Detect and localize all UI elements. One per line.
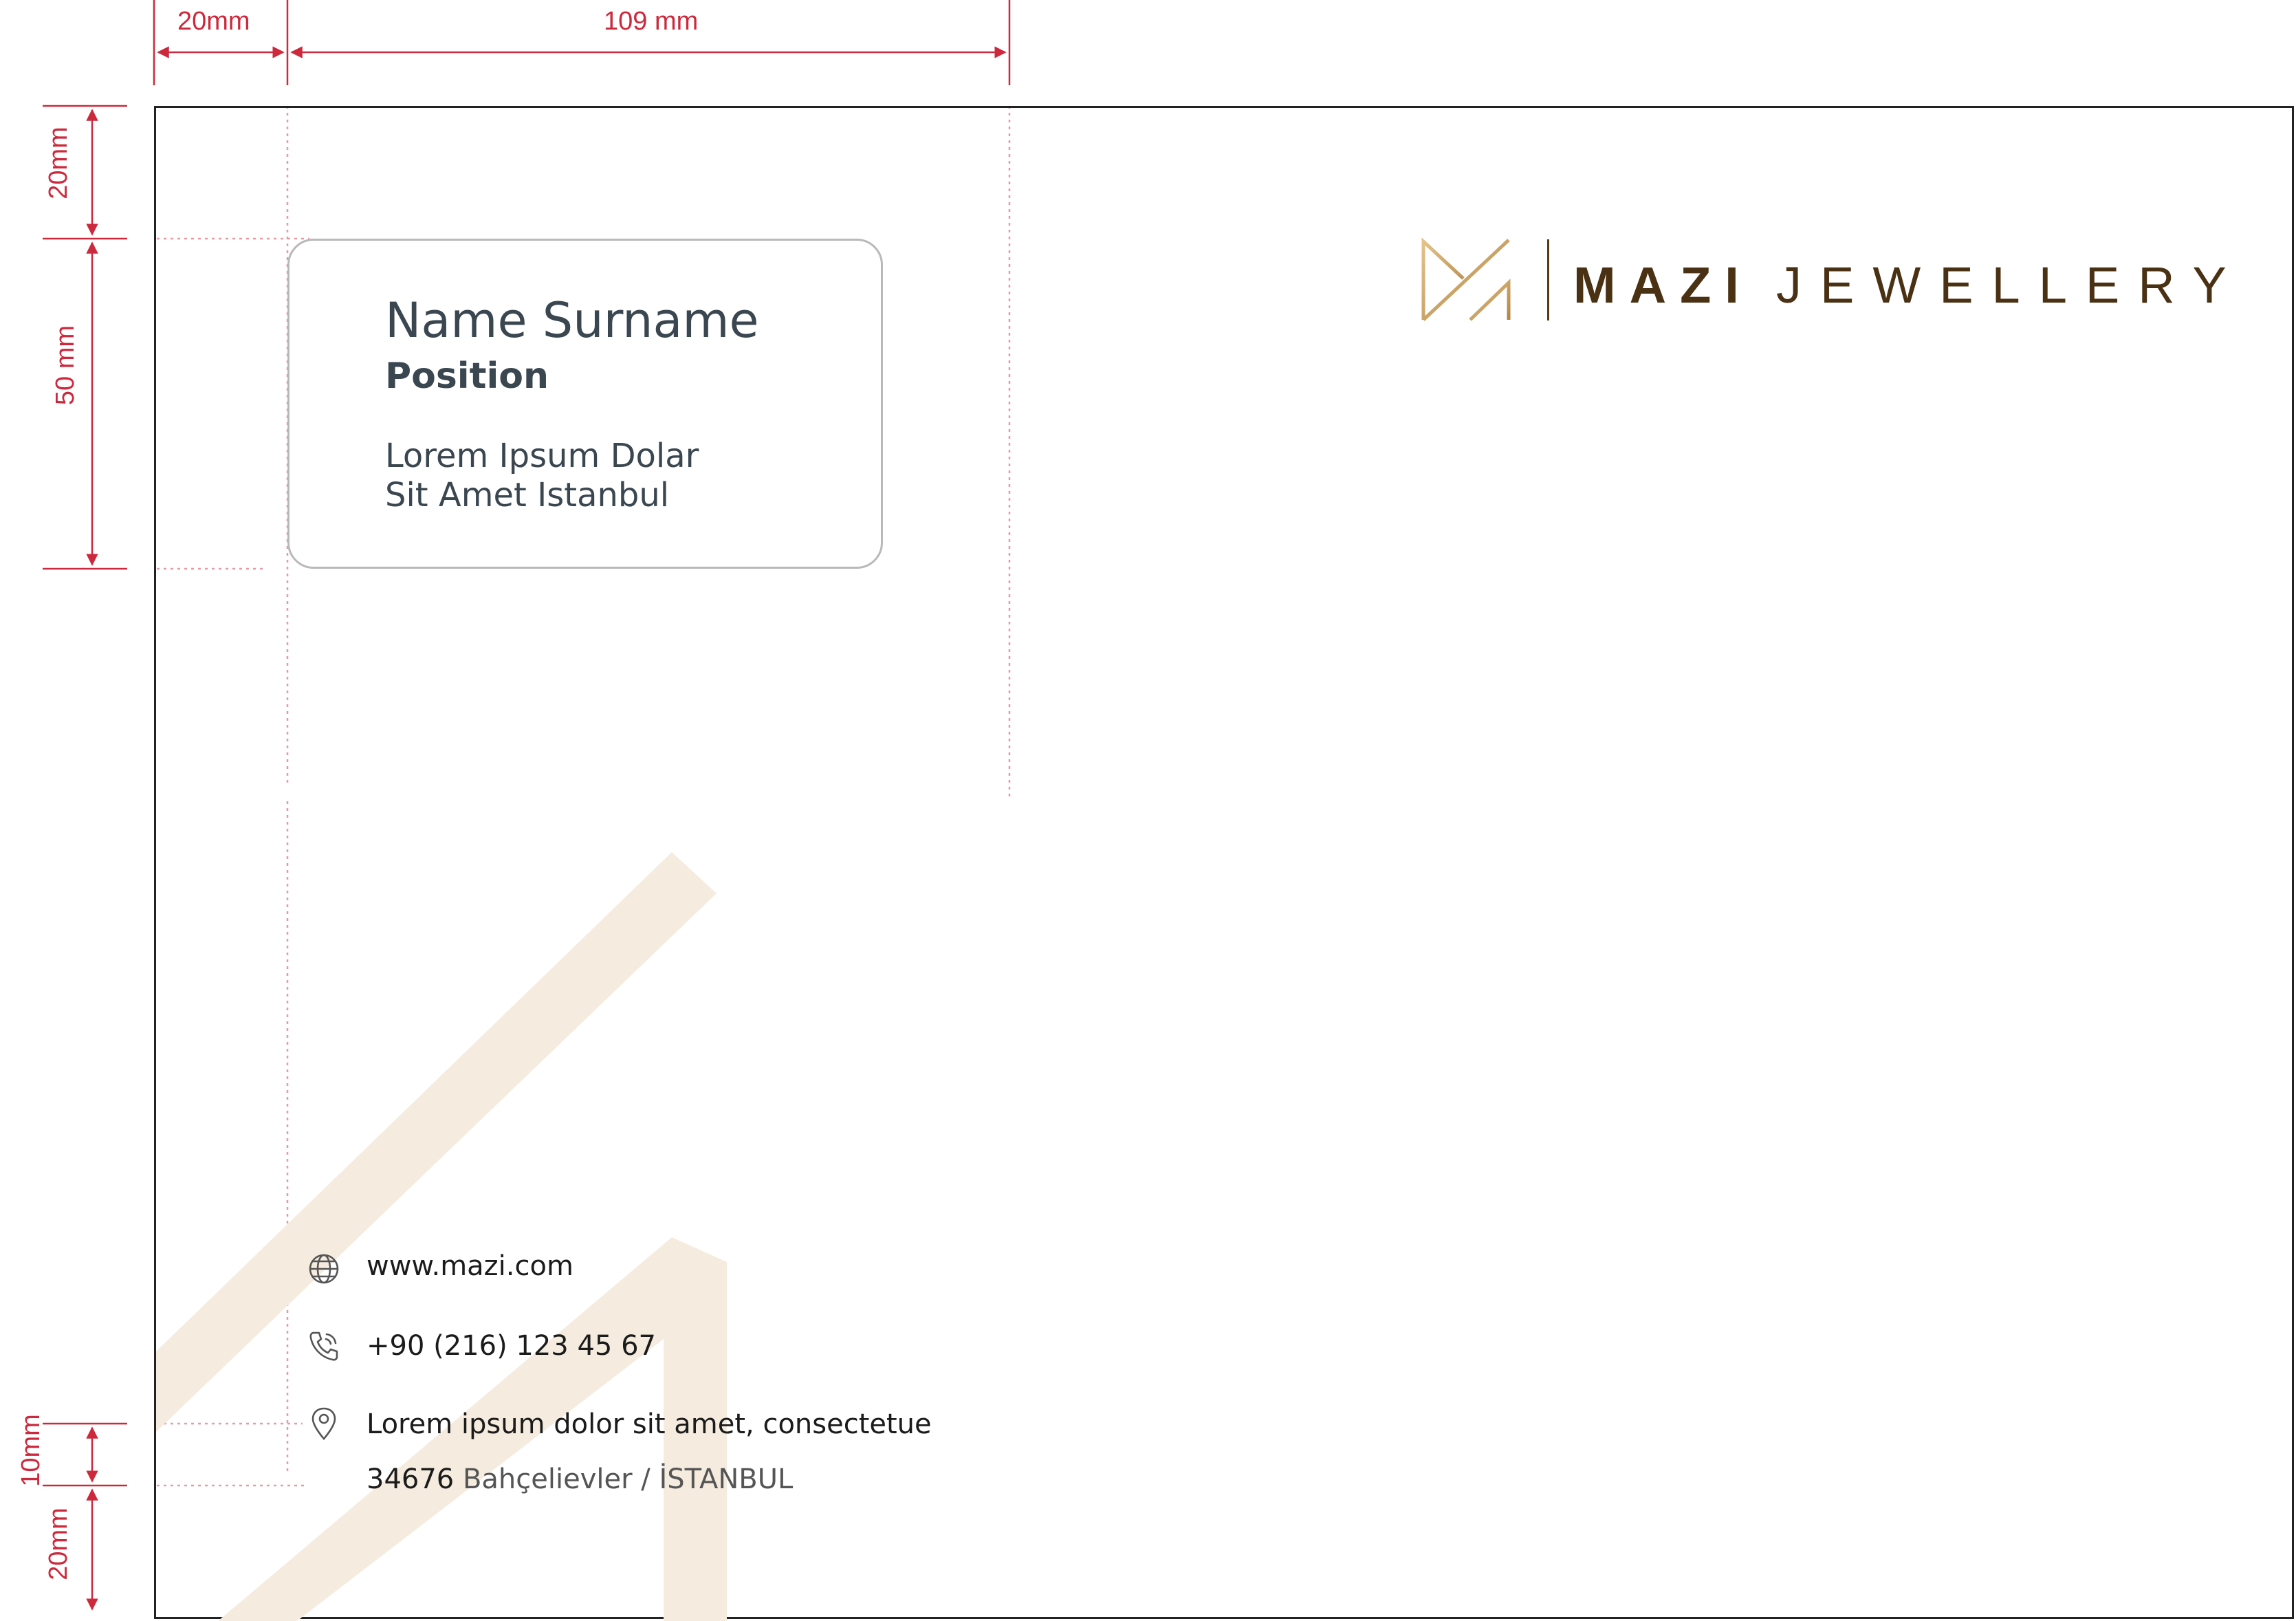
dim-window-height: 50 mm	[51, 325, 80, 406]
recipient-position: Position	[385, 356, 549, 397]
contact-postcode: 34676	[367, 1464, 455, 1495]
dim-top-margin: 20mm	[44, 127, 73, 199]
recipient-address-line2: Sit Amet Istanbul	[385, 476, 670, 514]
contact-district: Bahçelievler / İSTANBUL	[462, 1464, 794, 1495]
contact-address-line2: 34676 Bahçelievler / İSTANBUL	[367, 1464, 793, 1495]
dim-window-width: 109 mm	[604, 7, 699, 36]
dim-contact-spacing: 10mm	[17, 1414, 45, 1487]
contact-website[interactable]: www.mazi.com	[367, 1250, 573, 1282]
address-window	[287, 239, 883, 569]
brand-name-bold: MAZI	[1573, 257, 1753, 314]
dim-bottom-margin: 20mm	[44, 1508, 73, 1580]
logo-monogram-icon	[1421, 237, 1511, 321]
phone-icon	[309, 1331, 338, 1361]
contact-phone[interactable]: +90 (216) 123 45 67	[367, 1330, 656, 1362]
contact-address-line1: Lorem ipsum dolor sit amet, consectetue	[367, 1408, 932, 1440]
dim-left-margin: 20mm	[177, 7, 250, 36]
recipient-name: Name Surname	[385, 292, 759, 349]
location-pin-icon	[311, 1407, 336, 1440]
brand-name-light: JEWELLERY	[1776, 257, 2245, 314]
globe-icon	[309, 1254, 339, 1284]
recipient-address-line1: Lorem Ipsum Dolar	[385, 437, 699, 475]
logo-divider	[1547, 239, 1549, 320]
